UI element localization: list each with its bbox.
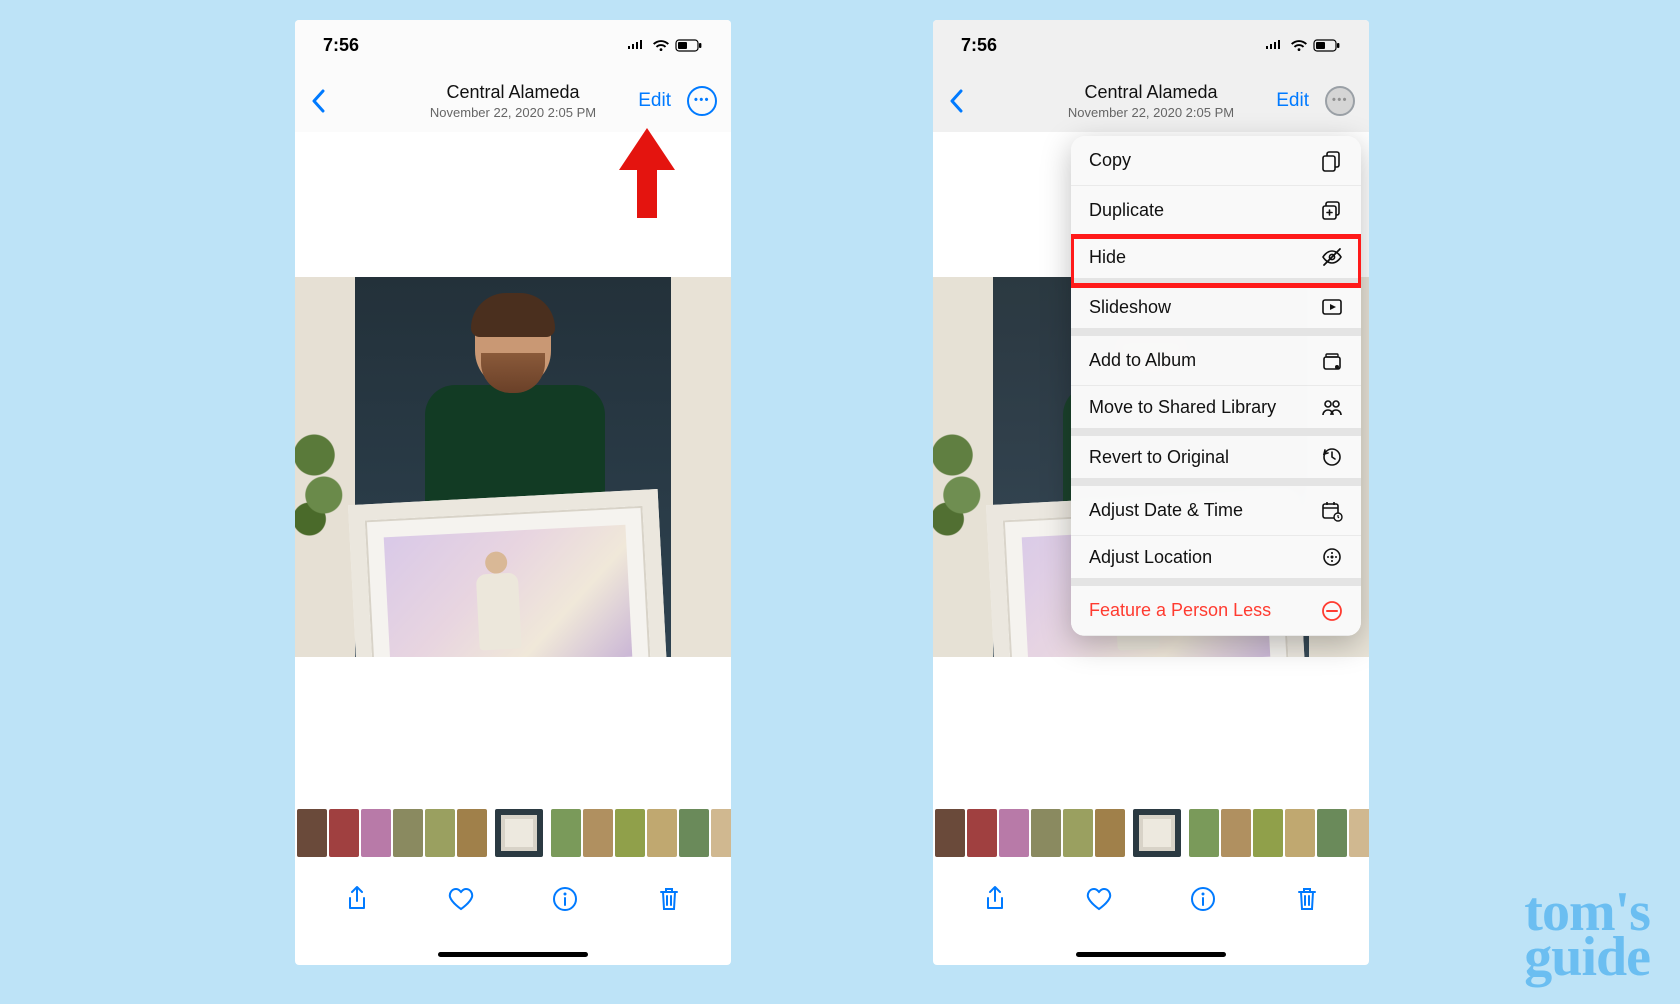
info-button[interactable] bbox=[549, 883, 581, 915]
bottom-toolbar bbox=[295, 864, 731, 934]
thumbnail[interactable] bbox=[1095, 809, 1125, 857]
menu-item-label: Slideshow bbox=[1089, 297, 1171, 318]
menu-item-datetime[interactable]: Adjust Date & Time bbox=[1071, 486, 1361, 536]
menu-item-label: Move to Shared Library bbox=[1089, 397, 1276, 418]
menu-item-label: Feature a Person Less bbox=[1089, 600, 1271, 621]
location-icon bbox=[1321, 546, 1343, 568]
trash-button[interactable] bbox=[653, 883, 685, 915]
status-bar: 7:56 bbox=[933, 20, 1369, 70]
watermark: tom's guide bbox=[1524, 890, 1650, 980]
thumbnail[interactable] bbox=[1189, 809, 1219, 857]
menu-item-location[interactable]: Adjust Location bbox=[1071, 536, 1361, 586]
menu-item-copy[interactable]: Copy bbox=[1071, 136, 1361, 186]
thumbnail[interactable] bbox=[329, 809, 359, 857]
thumbnail[interactable] bbox=[425, 809, 455, 857]
thumbnail[interactable] bbox=[1285, 809, 1315, 857]
info-button[interactable] bbox=[1187, 883, 1219, 915]
share-button[interactable] bbox=[979, 883, 1011, 915]
thumbnail[interactable] bbox=[679, 809, 709, 857]
bottom-toolbar bbox=[933, 864, 1369, 934]
favorite-button[interactable] bbox=[1083, 883, 1115, 915]
duplicate-icon bbox=[1321, 200, 1343, 222]
thumbnail[interactable] bbox=[1349, 809, 1369, 857]
thumbnail[interactable] bbox=[457, 809, 487, 857]
thumbnail[interactable] bbox=[615, 809, 645, 857]
thumbnail[interactable] bbox=[583, 809, 613, 857]
thumbnail[interactable] bbox=[1221, 809, 1251, 857]
edit-button[interactable]: Edit bbox=[1276, 90, 1309, 112]
status-bar: 7:56 bbox=[295, 20, 731, 70]
thumbnail-selected[interactable] bbox=[495, 809, 543, 857]
battery-icon bbox=[675, 39, 703, 52]
thumbnail[interactable] bbox=[711, 809, 731, 857]
watermark-line2: guide bbox=[1524, 935, 1650, 980]
wifi-icon bbox=[652, 39, 670, 52]
menu-item-label: Add to Album bbox=[1089, 350, 1196, 371]
menu-item-hide[interactable]: Hide bbox=[1071, 236, 1361, 286]
menu-item-label: Adjust Date & Time bbox=[1089, 500, 1243, 521]
thumbnail-strip[interactable] bbox=[933, 802, 1369, 864]
battery-icon bbox=[1313, 39, 1341, 52]
status-time: 7:56 bbox=[961, 35, 997, 56]
copy-icon bbox=[1321, 150, 1343, 172]
thumbnail[interactable] bbox=[935, 809, 965, 857]
share-button[interactable] bbox=[341, 883, 373, 915]
thumbnail-strip[interactable] bbox=[295, 802, 731, 864]
thumbnail[interactable] bbox=[967, 809, 997, 857]
nav-bar: Central Alameda November 22, 2020 2:05 P… bbox=[933, 70, 1369, 132]
phone-screenshot-right: 7:56 Central Alameda November 22, 2020 2… bbox=[933, 20, 1369, 965]
status-icons bbox=[627, 39, 703, 52]
menu-item-label: Hide bbox=[1089, 247, 1126, 268]
favorite-button[interactable] bbox=[445, 883, 477, 915]
menu-item-label: Copy bbox=[1089, 150, 1131, 171]
home-indicator[interactable] bbox=[438, 952, 588, 957]
home-indicator[interactable] bbox=[1076, 952, 1226, 957]
thumbnail[interactable] bbox=[393, 809, 423, 857]
back-button[interactable] bbox=[933, 89, 981, 113]
wifi-icon bbox=[1290, 39, 1308, 52]
menu-item-album[interactable]: Add to Album bbox=[1071, 336, 1361, 386]
menu-item-label: Duplicate bbox=[1089, 200, 1164, 221]
status-icons bbox=[1265, 39, 1341, 52]
thumbnail[interactable] bbox=[647, 809, 677, 857]
hide-icon bbox=[1321, 246, 1343, 268]
menu-item-revert[interactable]: Revert to Original bbox=[1071, 436, 1361, 486]
thumbnail[interactable] bbox=[1063, 809, 1093, 857]
photo-viewer[interactable] bbox=[295, 132, 731, 802]
signal-icon bbox=[627, 39, 647, 51]
signal-icon bbox=[1265, 39, 1285, 51]
menu-item-slideshow[interactable]: Slideshow bbox=[1071, 286, 1361, 336]
edit-button[interactable]: Edit bbox=[638, 90, 671, 112]
more-button[interactable]: ••• bbox=[687, 86, 717, 116]
revert-icon bbox=[1321, 446, 1343, 468]
menu-item-less[interactable]: Feature a Person Less bbox=[1071, 586, 1361, 636]
slideshow-icon bbox=[1321, 296, 1343, 318]
status-time: 7:56 bbox=[323, 35, 359, 56]
shared-icon bbox=[1321, 396, 1343, 418]
thumbnail[interactable] bbox=[1253, 809, 1283, 857]
menu-item-label: Adjust Location bbox=[1089, 547, 1212, 568]
datetime-icon bbox=[1321, 500, 1343, 522]
thumbnail-selected[interactable] bbox=[1133, 809, 1181, 857]
thumbnail[interactable] bbox=[551, 809, 581, 857]
thumbnail[interactable] bbox=[999, 809, 1029, 857]
menu-item-shared[interactable]: Move to Shared Library bbox=[1071, 386, 1361, 436]
thumbnail[interactable] bbox=[1031, 809, 1061, 857]
more-button[interactable]: ••• bbox=[1325, 86, 1355, 116]
phone-screenshot-left: 7:56 Central Alameda November 22, 2020 2… bbox=[295, 20, 731, 965]
album-icon bbox=[1321, 350, 1343, 372]
back-button[interactable] bbox=[295, 89, 343, 113]
less-icon bbox=[1321, 600, 1343, 622]
thumbnail[interactable] bbox=[1317, 809, 1347, 857]
thumbnail[interactable] bbox=[361, 809, 391, 857]
menu-item-label: Revert to Original bbox=[1089, 447, 1229, 468]
menu-item-duplicate[interactable]: Duplicate bbox=[1071, 186, 1361, 236]
photo bbox=[295, 277, 731, 657]
thumbnail[interactable] bbox=[297, 809, 327, 857]
nav-bar: Central Alameda November 22, 2020 2:05 P… bbox=[295, 70, 731, 132]
trash-button[interactable] bbox=[1291, 883, 1323, 915]
more-menu: Copy Duplicate Hide Slideshow Add to Album Mo… bbox=[1071, 136, 1361, 636]
